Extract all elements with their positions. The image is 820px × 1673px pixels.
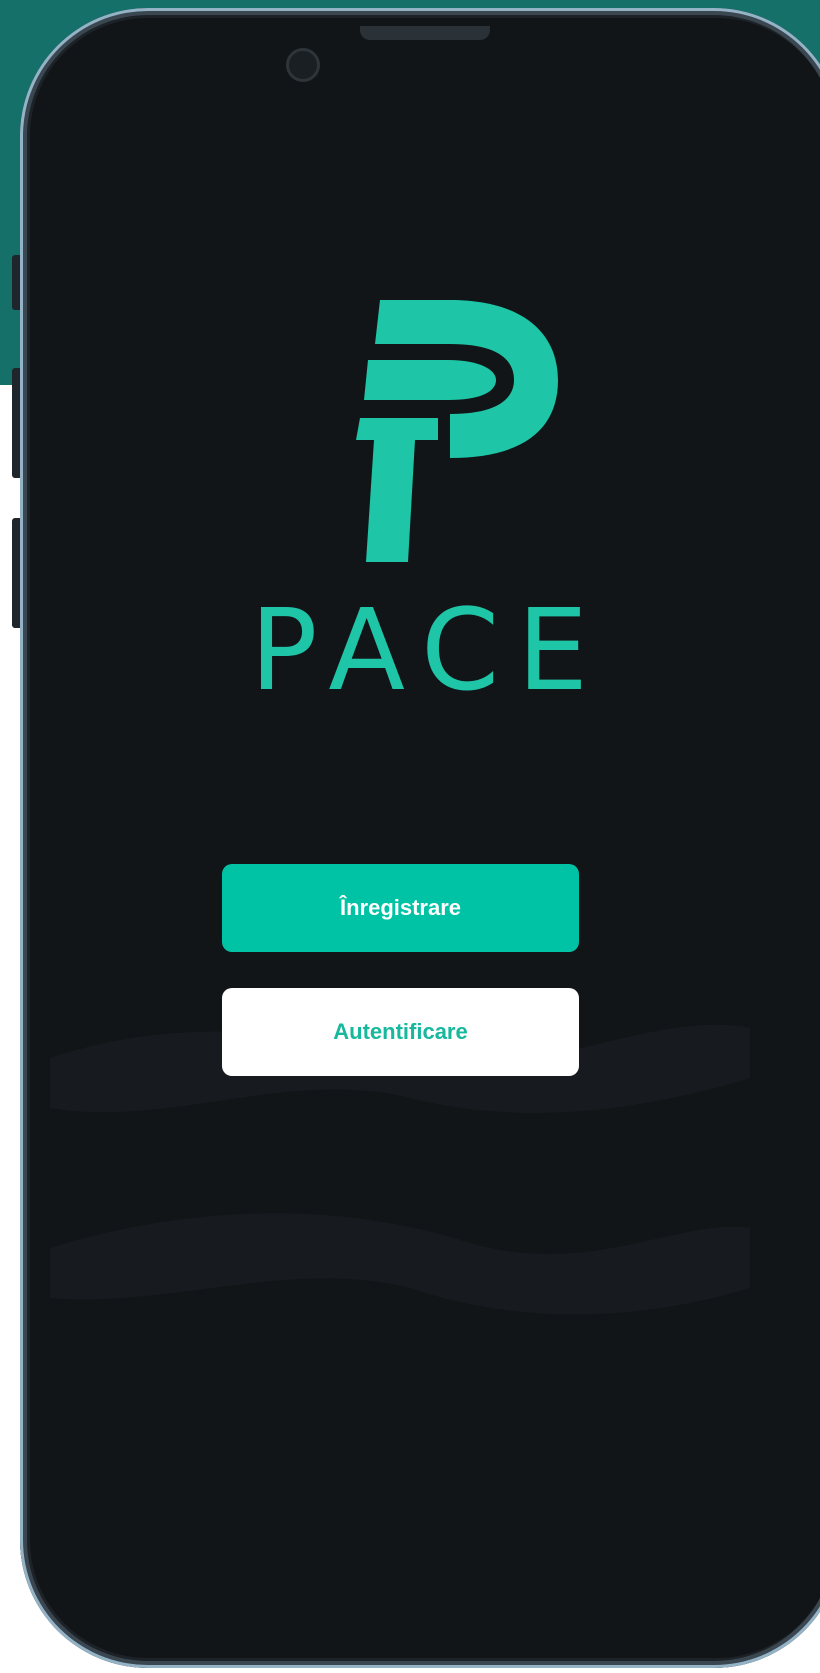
brand-wordmark: PACE <box>250 586 606 716</box>
device-side-button-volume-down <box>12 518 20 628</box>
pace-p-logo-icon <box>356 300 558 562</box>
device-side-button-volume-up <box>12 368 20 478</box>
speaker-notch <box>360 26 490 40</box>
device-side-button-mute <box>12 255 20 310</box>
background-waves <box>50 1024 750 1315</box>
login-button[interactable]: Autentificare <box>222 988 579 1076</box>
app-screen: PACE Înregistrare Autentificare <box>30 18 820 1658</box>
front-camera-icon <box>286 48 320 82</box>
register-button[interactable]: Înregistrare <box>222 864 579 952</box>
